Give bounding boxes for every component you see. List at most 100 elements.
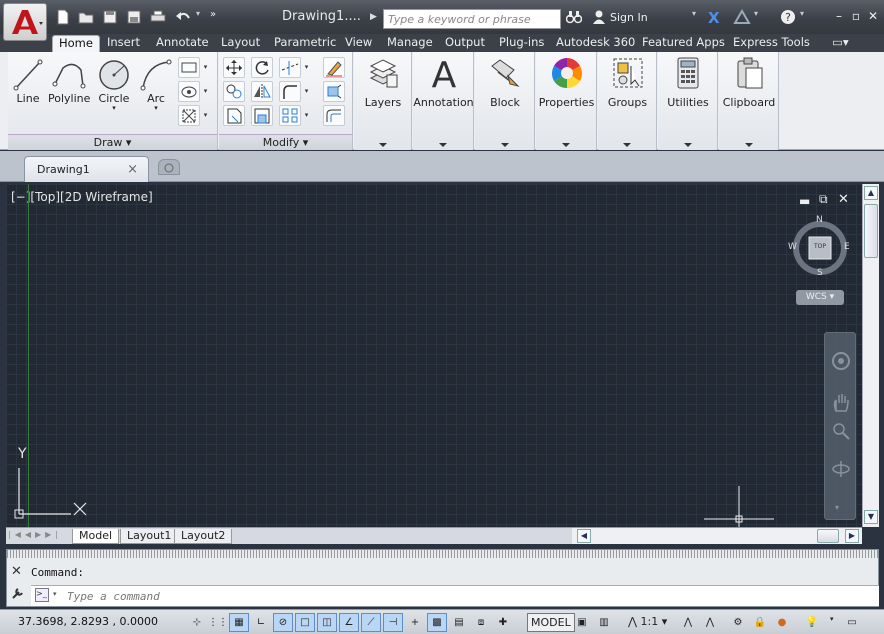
close-command-icon[interactable]: ✕ — [11, 564, 22, 579]
object-snap-tracking-icon[interactable]: ∠ — [339, 613, 359, 632]
tab-layout2[interactable]: Layout2 — [174, 529, 233, 544]
arc-dropdown-icon[interactable]: ▾ — [138, 105, 174, 112]
polyline-tool[interactable]: Polyline — [48, 58, 90, 105]
polar-tracking-icon[interactable]: ⊘ — [273, 613, 293, 632]
quick-view-layouts-icon[interactable]: ▣ — [572, 613, 592, 632]
block-button[interactable]: Block — [475, 56, 535, 109]
recent-commands-icon[interactable]: ▾ — [53, 590, 57, 598]
orbit-icon[interactable] — [831, 459, 851, 479]
fillet-icon[interactable] — [279, 81, 301, 102]
drawing-canvas[interactable]: [−][Top][2D Wireframe] ▬ ⧉ ✕ TOP N S E W… — [6, 184, 862, 527]
a360-dropdown-icon[interactable]: ▾ — [754, 9, 772, 25]
annotation-scale[interactable]: ⋀ 1:1 ▾ — [628, 615, 667, 628]
undo-icon[interactable] — [175, 9, 193, 25]
layers-button[interactable]: Layers — [354, 56, 412, 109]
explode-icon[interactable] — [323, 81, 345, 102]
3d-object-snap-icon[interactable]: ◫ — [317, 613, 337, 632]
compass-north[interactable]: N — [816, 215, 823, 225]
groups-dropdown-icon[interactable] — [623, 143, 631, 147]
trim-icon[interactable] — [279, 57, 301, 78]
command-input[interactable]: Type a command — [31, 585, 879, 606]
layout-nav-arrows-icon[interactable]: |◀◀▶▶| — [8, 530, 62, 539]
pan-hand-icon[interactable] — [831, 391, 851, 413]
application-status-menu-icon[interactable]: ▾ — [830, 615, 834, 623]
layers-dropdown-icon[interactable] — [378, 143, 387, 147]
stretch-icon[interactable] — [223, 105, 245, 126]
offset-icon[interactable] — [323, 105, 345, 126]
vertical-scroll-thumb[interactable] — [864, 204, 878, 258]
scale-icon[interactable] — [251, 105, 273, 126]
compass-west[interactable]: W — [788, 242, 797, 252]
customize-wrench-icon[interactable] — [11, 586, 25, 600]
tab-layout1[interactable]: Layout1 — [120, 529, 179, 544]
save-icon[interactable] — [102, 9, 120, 25]
quick-view-drawings-icon[interactable]: ▥ — [594, 613, 614, 632]
toolbar-lock-icon[interactable]: 🔒 — [750, 613, 770, 632]
autodesk-360-icon[interactable] — [733, 9, 751, 25]
tab-annotate[interactable]: Annotate — [150, 35, 215, 52]
compass-east[interactable]: E — [844, 242, 850, 252]
new-file-icon[interactable] — [55, 9, 73, 25]
viewport-restore-icon[interactable]: ⧉ — [819, 192, 828, 207]
user-icon[interactable] — [591, 9, 609, 25]
grid-display-icon[interactable]: ▦ — [229, 613, 249, 632]
application-menu-button[interactable] — [3, 3, 47, 41]
viewport-controls-label[interactable]: [−][Top][2D Wireframe] — [11, 190, 153, 204]
boundary-icon[interactable] — [178, 105, 200, 126]
search-input[interactable]: Type a keyword or phrase — [383, 9, 561, 29]
tab-parametric[interactable]: Parametric — [268, 35, 342, 52]
rotate-icon[interactable] — [251, 57, 273, 78]
isolate-objects-icon[interactable]: 💡 — [802, 613, 822, 632]
steering-wheel-icon[interactable] — [831, 351, 851, 371]
help-dropdown-icon[interactable]: ▾ — [800, 9, 818, 25]
print-icon[interactable] — [150, 9, 168, 25]
erase-icon[interactable] — [323, 57, 345, 78]
fillet-dropdown-icon[interactable]: ▾ — [302, 81, 311, 102]
hatch-dropdown-icon[interactable]: ▾ — [201, 81, 210, 102]
tab-manage[interactable]: Manage — [381, 35, 439, 52]
dynamic-input-icon[interactable]: ⊣ — [383, 613, 403, 632]
trim-dropdown-icon[interactable]: ▾ — [302, 57, 311, 78]
tab-home[interactable]: Home — [52, 35, 100, 52]
viewport-minimize-icon[interactable]: ▬ — [799, 194, 810, 208]
circle-tool[interactable]: Circle ▾ — [96, 58, 132, 112]
tab-express-tools[interactable]: Express Tools — [727, 35, 816, 52]
viewcube-top-face[interactable]: TOP — [809, 243, 831, 250]
scroll-right-icon[interactable]: ▶ — [845, 529, 859, 543]
array-icon[interactable] — [279, 105, 301, 126]
utilities-dropdown-icon[interactable] — [683, 143, 692, 147]
mirror-icon[interactable] — [251, 81, 273, 102]
scroll-up-icon[interactable]: ▲ — [864, 186, 878, 200]
rectangle-icon[interactable] — [178, 57, 200, 78]
ribbon-minimize-icon[interactable]: ▭▾ — [826, 35, 858, 52]
tab-layout[interactable]: Layout — [215, 35, 266, 52]
tab-model[interactable]: Model — [72, 529, 120, 544]
undo-dropdown-icon[interactable]: ▾ — [196, 9, 206, 25]
hardware-acceleration-icon[interactable]: ● — [772, 613, 792, 632]
quick-properties-icon[interactable]: ▤ — [449, 613, 469, 632]
wcs-menu-button[interactable]: WCS ▾ — [796, 290, 844, 305]
qat-overflow-icon[interactable]: » — [210, 9, 228, 25]
sign-in-link[interactable]: Sign In — [610, 11, 648, 24]
dynamic-ucs-icon[interactable]: ⟋ — [361, 613, 381, 632]
horizontal-scrollbar[interactable]: ◀ ▶ — [572, 527, 862, 544]
annotation-dropdown-icon[interactable] — [439, 143, 447, 147]
clipboard-dropdown-icon[interactable] — [744, 143, 753, 147]
infer-constraints-icon[interactable]: ⊹ — [187, 613, 207, 632]
tab-view[interactable]: View — [339, 35, 378, 52]
snap-mode-icon[interactable]: ⋮⋮ — [207, 613, 228, 632]
circle-dropdown-icon[interactable]: ▾ — [96, 105, 132, 112]
annotation-monitor-icon[interactable]: ✚ — [493, 613, 513, 632]
clean-screen-icon[interactable]: ▭ — [842, 613, 862, 632]
vertical-scrollbar[interactable]: ▲ ▼ — [862, 184, 879, 527]
compass-south[interactable]: S — [817, 268, 823, 278]
close-window-icon[interactable]: ✕ — [866, 9, 880, 23]
auto-scale-icon[interactable]: ⋀ — [700, 613, 720, 632]
object-snap-icon[interactable]: □ — [295, 613, 315, 632]
restore-icon[interactable]: ▫ — [849, 9, 863, 23]
copy-icon[interactable] — [223, 81, 245, 102]
properties-button[interactable]: Properties — [536, 56, 597, 109]
clipboard-button[interactable]: Clipboard — [719, 56, 779, 109]
rectangle-dropdown-icon[interactable]: ▾ — [201, 57, 210, 78]
properties-dropdown-icon[interactable] — [562, 143, 570, 147]
